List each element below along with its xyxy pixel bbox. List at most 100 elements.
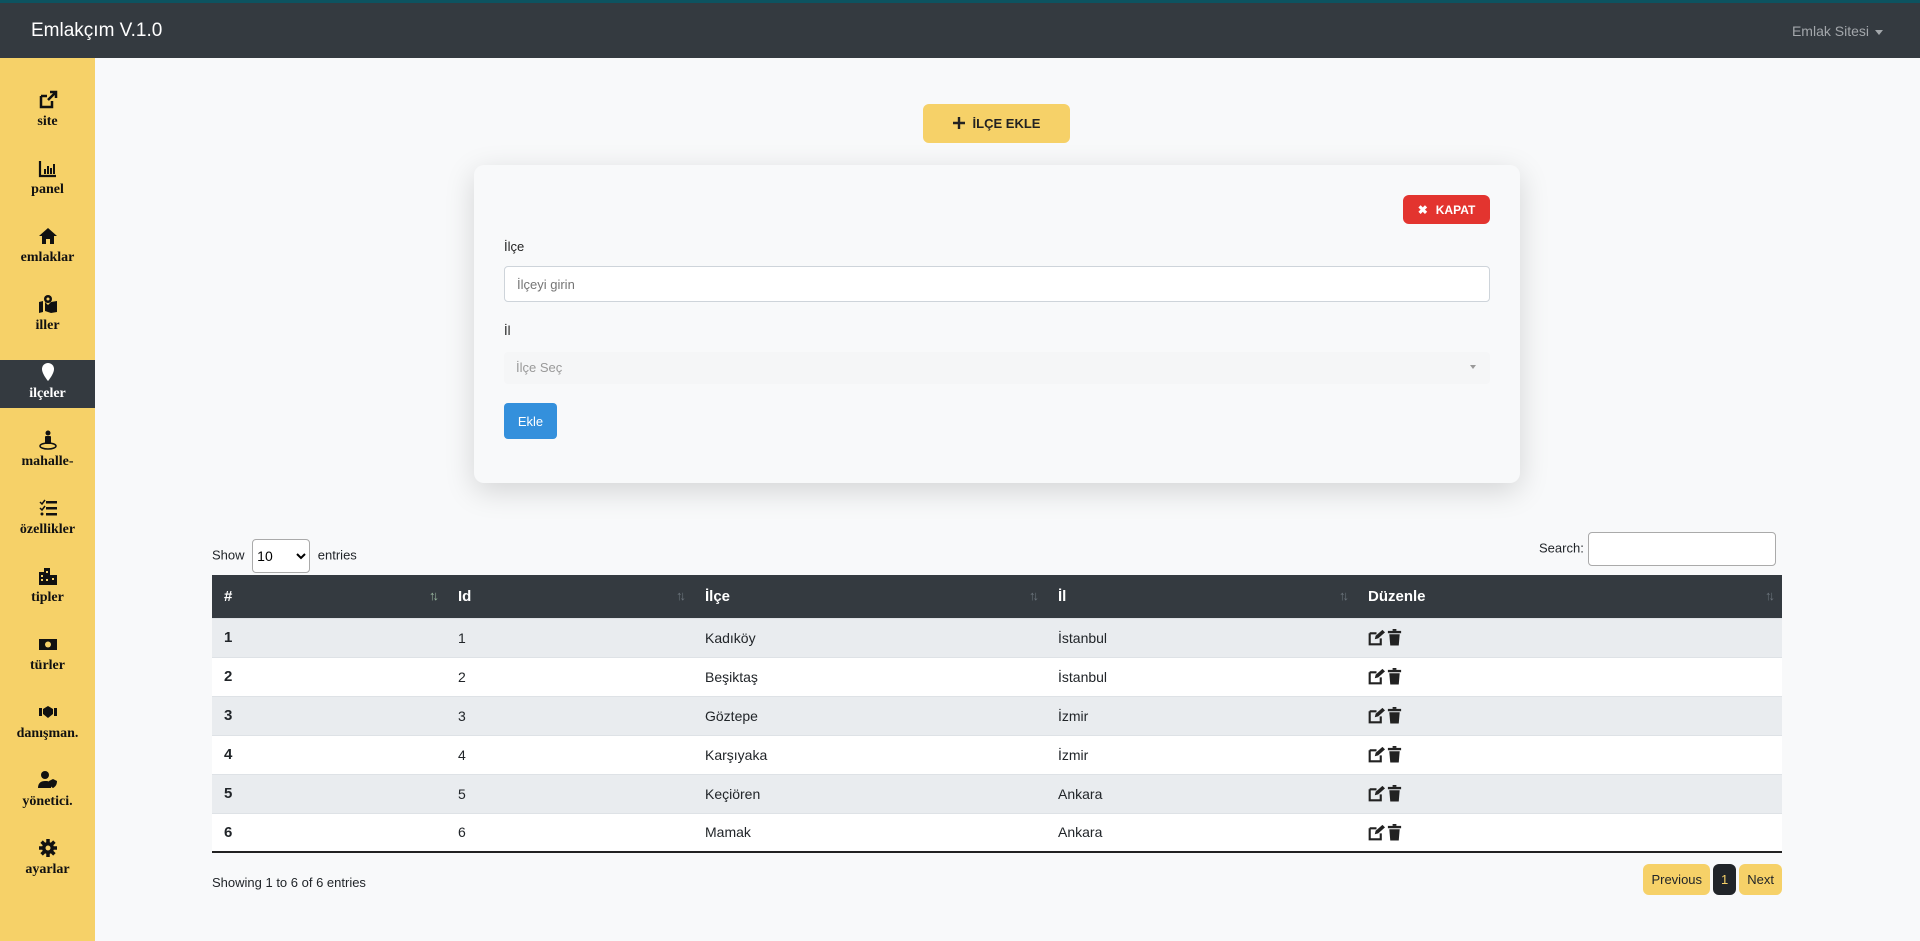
sidebar-item-label: ilçeler	[29, 386, 66, 401]
table-cell: Kadıköy	[693, 617, 1046, 657]
trash-icon[interactable]	[1387, 824, 1402, 841]
column-header-4[interactable]: Düzenle ↑↓	[1356, 575, 1782, 618]
add-district-button[interactable]: İLÇE EKLE	[923, 104, 1070, 143]
table-row: 5 5 Keçiören Ankara	[212, 773, 1782, 813]
sidebar-item-emlaklar[interactable]: emlaklar	[0, 224, 95, 272]
sidebar: site panel emlaklar iller ilçeler mahalle-öze…	[0, 58, 95, 941]
search-label: Search:	[1539, 540, 1584, 556]
district-input[interactable]	[504, 266, 1490, 302]
user-shield-icon	[37, 771, 57, 788]
trash-icon[interactable]	[1387, 746, 1402, 763]
table-cell: 3	[212, 695, 446, 735]
table-cell: 6	[446, 812, 693, 852]
column-header-label: İlçe	[705, 587, 731, 605]
top-navbar: Emlakçım V.1.0 Emlak Sitesi	[0, 0, 1920, 58]
table-row: 6 6 Mamak Ankara	[212, 812, 1782, 852]
map-marker-icon	[41, 363, 54, 381]
actions-cell	[1356, 773, 1782, 813]
sidebar-item-label: iller	[35, 318, 60, 333]
sidebar-item-yönetici[interactable]: yönetici.	[0, 768, 95, 816]
actions-cell	[1356, 656, 1782, 696]
sidebar-item-ayarlar[interactable]: ayarlar	[0, 836, 95, 884]
search-input[interactable]	[1587, 532, 1776, 566]
brand-title[interactable]: Emlakçım V.1.0	[31, 20, 162, 42]
trash-icon[interactable]	[1387, 629, 1402, 646]
table-cell: 2	[446, 656, 693, 696]
add-district-form: ✖ KAPAT İlçe İl İlçe Seç Ekle	[474, 165, 1520, 483]
external-link-icon	[39, 90, 57, 109]
table-row: 1 1 Kadıköy İstanbul	[212, 617, 1782, 657]
sidebar-item-label: danışman.	[16, 726, 79, 741]
column-header-1[interactable]: Id ↑↓	[446, 575, 693, 618]
add-district-label: İLÇE EKLE	[972, 116, 1041, 131]
sort-icon: ↑↓	[429, 588, 439, 603]
table-cell: Beşiktaş	[693, 656, 1046, 696]
close-label: KAPAT	[1435, 202, 1476, 217]
user-menu-label: Emlak Sitesi	[1791, 23, 1869, 39]
sidebar-item-panel[interactable]: panel	[0, 156, 95, 204]
table-cell: İzmir	[1046, 695, 1356, 735]
column-header-label: #	[224, 587, 233, 605]
next-page-button[interactable]: Next	[1739, 864, 1782, 895]
trash-icon[interactable]	[1387, 785, 1402, 802]
chart-bar-icon	[38, 161, 56, 178]
edit-icon[interactable]	[1368, 785, 1385, 802]
sidebar-item-label: mahalle-	[21, 454, 74, 469]
home-icon	[38, 228, 57, 244]
sidebar-item-türler[interactable]: türler	[0, 632, 95, 680]
cog-icon	[38, 839, 57, 857]
previous-page-button[interactable]: Previous	[1643, 864, 1711, 895]
sidebar-item-label: özellikler	[19, 522, 76, 537]
sidebar-item-label: tipler	[31, 590, 64, 605]
edit-icon[interactable]	[1368, 746, 1385, 763]
edit-icon[interactable]	[1368, 629, 1385, 646]
table-cell: Karşıyaka	[693, 734, 1046, 774]
user-menu-dropdown[interactable]: Emlak Sitesi	[1792, 23, 1883, 39]
table-cell: 4	[212, 734, 446, 774]
plus-icon	[952, 117, 965, 129]
close-icon: ✖	[1417, 202, 1428, 217]
submit-button[interactable]: Ekle	[504, 403, 557, 439]
map-marked-icon	[38, 295, 57, 313]
district-label: İlçe	[504, 239, 525, 254]
page-1-button[interactable]: 1	[1713, 864, 1737, 895]
edit-icon[interactable]	[1368, 668, 1385, 685]
column-header-label: Id	[458, 587, 472, 605]
trash-icon[interactable]	[1387, 668, 1402, 685]
table-cell: 6	[212, 812, 446, 852]
edit-icon[interactable]	[1368, 824, 1385, 841]
sidebar-item-danışman[interactable]: danışman.	[0, 700, 95, 748]
column-header-3[interactable]: İl ↑↓	[1046, 575, 1356, 618]
table-cell: 1	[212, 617, 446, 657]
entries-label: entries	[317, 547, 357, 563]
table-cell: Mamak	[693, 812, 1046, 852]
column-header-0[interactable]: # ↑↓	[212, 575, 446, 618]
entries-select[interactable]: 10	[252, 539, 311, 573]
table-row: 3 3 Göztepe İzmir	[212, 695, 1782, 735]
actions-cell	[1356, 734, 1782, 774]
show-label: Show	[212, 547, 245, 563]
sidebar-item-ilçeler[interactable]: ilçeler	[0, 360, 95, 408]
pagination: Previous 1 Next	[1643, 864, 1782, 895]
table-row: 2 2 Beşiktaş İstanbul	[212, 656, 1782, 696]
city-icon	[38, 568, 57, 585]
sidebar-item-label: ayarlar	[25, 862, 70, 877]
sort-icon: ↑↓	[1339, 588, 1349, 603]
actions-cell	[1356, 812, 1782, 852]
sidebar-item-tipler[interactable]: tipler	[0, 564, 95, 612]
table-cell: İstanbul	[1046, 617, 1356, 657]
sidebar-item-iller[interactable]: iller	[0, 292, 95, 340]
sidebar-item-site[interactable]: site	[0, 88, 95, 136]
sidebar-item-mahalle[interactable]: mahalle-	[0, 428, 95, 476]
sidebar-item-label: site	[37, 114, 58, 129]
sort-icon: ↑↓	[1765, 588, 1775, 603]
province-select[interactable]: İlçe Seç	[504, 352, 1490, 384]
table-cell: 5	[212, 773, 446, 813]
edit-icon[interactable]	[1368, 707, 1385, 724]
table-row: 4 4 Karşıyaka İzmir	[212, 734, 1782, 774]
sidebar-item-özellikler[interactable]: özellikler	[0, 496, 95, 544]
table-cell: 4	[446, 734, 693, 774]
trash-icon[interactable]	[1387, 707, 1402, 724]
close-button[interactable]: ✖ KAPAT	[1403, 195, 1490, 224]
column-header-2[interactable]: İlçe ↑↓	[693, 575, 1046, 618]
